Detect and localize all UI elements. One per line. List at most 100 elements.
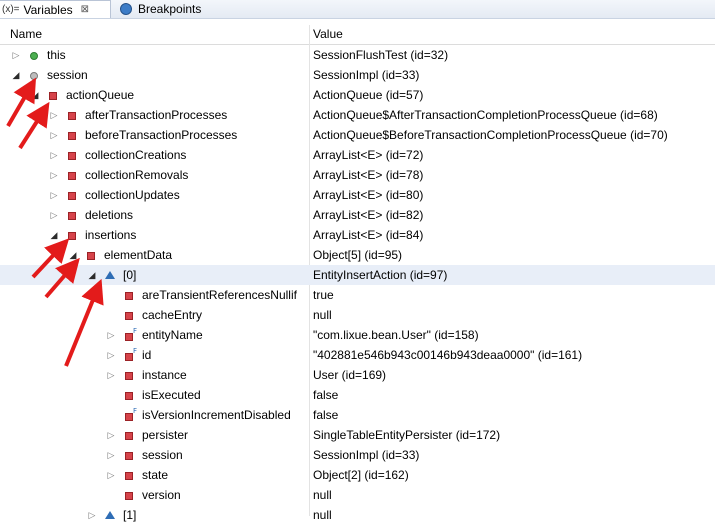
variable-name: entityName [142, 328, 203, 342]
expand-icon[interactable]: ▷ [48, 185, 60, 205]
variable-value: false [313, 388, 339, 402]
expand-icon[interactable]: ▷ [48, 205, 60, 225]
variable-name: state [142, 468, 169, 482]
tree-row-deletions[interactable]: ▷ deletions ArrayList<E> (id=82) [0, 205, 715, 225]
variable-value: null [313, 488, 332, 502]
variable-name: collectionRemovals [85, 168, 189, 182]
variable-name: insertions [85, 228, 137, 242]
expand-icon[interactable]: ▷ [105, 465, 117, 485]
tree-row-version[interactable]: version null [0, 485, 715, 505]
tree-row-state[interactable]: ▷ state Object[2] (id=162) [0, 465, 715, 485]
tree-row-isexecuted[interactable]: isExecuted false [0, 385, 715, 405]
tree-row-elementdata[interactable]: ◢ elementData Object[5] (id=95) [0, 245, 715, 265]
local-variable-icon [30, 72, 38, 80]
tab-variables[interactable]: (x)= Variables ⊠ [0, 0, 111, 18]
private-field-icon [68, 132, 76, 140]
variable-value: ActionQueue$AfterTransactionCompletionPr… [313, 108, 658, 122]
tree-row-this[interactable]: ▷ this SessionFlushTest (id=32) [0, 45, 715, 65]
name-column-header[interactable]: Name [10, 27, 42, 41]
private-field-icon [87, 252, 95, 260]
tree-row-aftertransactionprocesses[interactable]: ▷ afterTransactionProcesses ActionQueue$… [0, 105, 715, 125]
private-field-icon [125, 492, 133, 500]
variable-name: areTransientReferencesNullif [142, 288, 297, 302]
collapse-icon[interactable]: ◢ [10, 65, 22, 85]
variable-name: instance [142, 368, 187, 382]
private-field-icon [68, 192, 76, 200]
variable-name: beforeTransactionProcesses [85, 128, 238, 142]
tab-variables-label: Variables [23, 2, 73, 17]
expand-icon[interactable]: ▷ [48, 105, 60, 125]
variable-value: ArrayList<E> (id=78) [313, 168, 424, 182]
tree-row-session-field[interactable]: ▷ session SessionImpl (id=33) [0, 445, 715, 465]
private-field-icon [68, 232, 76, 240]
expand-icon[interactable]: ▷ [105, 445, 117, 465]
array-element-icon [105, 271, 115, 279]
expand-icon[interactable]: ▷ [105, 425, 117, 445]
collapse-icon[interactable]: ◢ [29, 85, 41, 105]
variable-value: SingleTableEntityPersister (id=172) [313, 428, 501, 442]
collapse-icon[interactable]: ◢ [48, 225, 60, 245]
tree-row-aretransientreferencesnullified[interactable]: areTransientReferencesNullif true [0, 285, 715, 305]
tree-row-collectionupdates[interactable]: ▷ collectionUpdates ArrayList<E> (id=80) [0, 185, 715, 205]
close-icon[interactable]: ⊠ [81, 4, 89, 15]
variable-value: ActionQueue$BeforeTransactionCompletionP… [313, 128, 668, 142]
tree-row-element-0[interactable]: ◢ [0] EntityInsertAction (id=97) [0, 265, 715, 285]
variable-name: actionQueue [66, 88, 135, 102]
private-field-icon [49, 92, 57, 100]
tree-row-element-1[interactable]: ▷ [1] null [0, 505, 715, 525]
tree-row-id[interactable]: ▷ id "402881e546b943c00146b943deaa0000" … [0, 345, 715, 365]
variable-value: null [313, 308, 332, 322]
tree-row-beforetransactionprocesses[interactable]: ▷ beforeTransactionProcesses ActionQueue… [0, 125, 715, 145]
tree-row-session[interactable]: ◢ session SessionImpl (id=33) [0, 65, 715, 85]
tree-row-insertions[interactable]: ◢ insertions ArrayList<E> (id=84) [0, 225, 715, 245]
final-field-icon [125, 347, 137, 361]
expand-icon[interactable]: ▷ [48, 145, 60, 165]
variable-name: [1] [123, 508, 137, 522]
tab-breakpoints-label: Breakpoints [138, 2, 202, 16]
private-field-icon [68, 212, 76, 220]
variable-name: deletions [85, 208, 134, 222]
private-field-icon [68, 152, 76, 160]
variable-value: Object[2] (id=162) [313, 468, 409, 482]
private-field-icon [125, 392, 133, 400]
tree-row-entityname[interactable]: ▷ entityName "com.lixue.bean.User" (id=1… [0, 325, 715, 345]
variable-name: id [142, 348, 152, 362]
tree-row-actionqueue[interactable]: ◢ actionQueue ActionQueue (id=57) [0, 85, 715, 105]
variable-name: elementData [104, 248, 173, 262]
value-column-header[interactable]: Value [313, 27, 343, 41]
variable-name: persister [142, 428, 189, 442]
variable-name: session [47, 68, 88, 82]
variable-value: ArrayList<E> (id=82) [313, 208, 424, 222]
variable-value: "com.lixue.bean.User" (id=158) [313, 328, 479, 342]
variable-name: session [142, 448, 183, 462]
tree-row-collectionremovals[interactable]: ▷ collectionRemovals ArrayList<E> (id=78… [0, 165, 715, 185]
expand-icon[interactable]: ▷ [105, 365, 117, 385]
expand-icon[interactable]: ▷ [10, 45, 22, 65]
tree-row-instance[interactable]: ▷ instance User (id=169) [0, 365, 715, 385]
variable-value: EntityInsertAction (id=97) [313, 268, 448, 282]
variables-icon: (x)= [2, 4, 20, 15]
local-variable-icon [30, 52, 38, 60]
variable-value: ArrayList<E> (id=72) [313, 148, 424, 162]
variable-name: collectionUpdates [85, 188, 180, 202]
final-field-icon [125, 327, 137, 341]
expand-icon[interactable]: ▷ [48, 165, 60, 185]
variable-value: false [313, 408, 339, 422]
variable-name: isVersionIncrementDisabled [142, 408, 291, 422]
variable-value: SessionFlushTest (id=32) [313, 48, 449, 62]
expand-icon[interactable]: ▷ [105, 345, 117, 365]
private-field-icon [125, 312, 133, 320]
view-tab-bar: (x)= Variables ⊠ Breakpoints [0, 0, 715, 19]
expand-icon[interactable]: ▷ [105, 325, 117, 345]
collapse-icon[interactable]: ◢ [67, 245, 79, 265]
expand-icon[interactable]: ▷ [48, 125, 60, 145]
private-field-icon [68, 112, 76, 120]
private-field-icon [125, 452, 133, 460]
tree-row-isversionincrementdisabled[interactable]: isVersionIncrementDisabled false [0, 405, 715, 425]
collapse-icon[interactable]: ◢ [86, 265, 98, 285]
tree-row-cacheentry[interactable]: cacheEntry null [0, 305, 715, 325]
expand-icon[interactable]: ▷ [86, 505, 98, 525]
tree-row-persister[interactable]: ▷ persister SingleTableEntityPersister (… [0, 425, 715, 445]
tab-breakpoints[interactable]: Breakpoints [120, 0, 201, 18]
tree-row-collectioncreations[interactable]: ▷ collectionCreations ArrayList<E> (id=7… [0, 145, 715, 165]
